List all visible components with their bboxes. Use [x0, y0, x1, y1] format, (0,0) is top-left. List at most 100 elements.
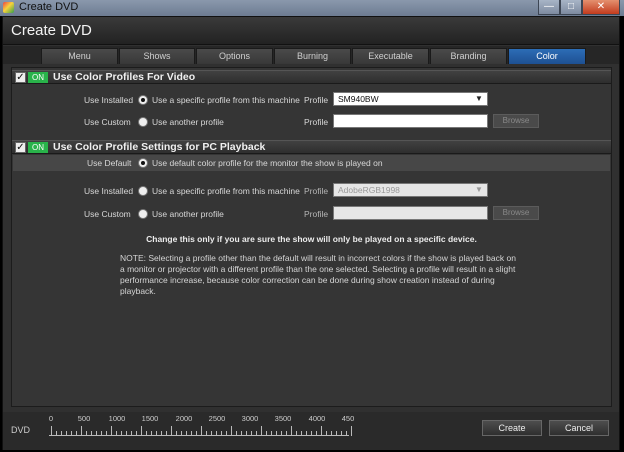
ruler-tick-label: 3500 [274, 414, 292, 423]
ruler-tick [171, 426, 172, 436]
cancel-button[interactable]: Cancel [549, 420, 609, 436]
video-use-custom-radio[interactable] [138, 117, 148, 127]
minimize-button[interactable]: — [538, 0, 560, 15]
ruler-tick [261, 426, 262, 436]
ruler-tick [56, 431, 57, 436]
tab-executable[interactable]: Executable [352, 48, 429, 64]
pc-use-installed-radio[interactable] [138, 186, 148, 196]
pc-use-default-text: Use default color profile for the monito… [152, 158, 383, 168]
tab-shows[interactable]: Shows [119, 48, 195, 64]
ruler-tick [181, 431, 182, 436]
ruler-tick [61, 431, 62, 436]
ruler-tick [66, 431, 67, 436]
ruler-tick [196, 431, 197, 436]
tab-color[interactable]: Color [508, 48, 586, 64]
video-profile-select-value: SM940BW [338, 94, 379, 104]
tab-menu[interactable]: Menu [41, 48, 118, 64]
ruler-tick [316, 431, 317, 436]
pc-profile-select-value: AdobeRGB1998 [338, 185, 400, 195]
ruler-tick-label: 0 [48, 414, 54, 423]
video-use-installed-label: Use Installed [84, 95, 134, 105]
dialog-window: Create DVD Menu Shows Options Burning Ex… [2, 16, 620, 450]
maximize-button[interactable]: □ [560, 0, 582, 15]
app-icon [3, 2, 14, 13]
ruler-tick [71, 431, 72, 436]
ruler-tick [131, 431, 132, 436]
video-profile-select[interactable]: SM940BW ▼ [333, 92, 488, 106]
ruler-tick [166, 431, 167, 436]
pc-custom-profile-label: Profile [304, 209, 329, 219]
ruler-tick [136, 431, 137, 436]
ruler-tick [121, 431, 122, 436]
ruler-tick [161, 431, 162, 436]
ruler-tick [251, 431, 252, 436]
ruler-tick [296, 431, 297, 436]
pc-use-custom-radio[interactable] [138, 209, 148, 219]
pc-profile-checkbox[interactable]: ✓ [15, 142, 26, 153]
footer-bar: DVD 0 500 1000 1500 2000 2500 3000 3500 … [3, 412, 619, 450]
pc-section-header: ✓ ON Use Color Profile Settings for PC P… [12, 140, 611, 154]
pc-section-title: Use Color Profile Settings for PC Playba… [53, 141, 266, 153]
ruler-tick [271, 431, 272, 436]
ruler-tick [211, 431, 212, 436]
tab-burning[interactable]: Burning [274, 48, 351, 64]
ruler-tick [151, 431, 152, 436]
pc-use-custom-text: Use another profile [152, 209, 224, 219]
video-use-installed-text: Use a specific profile from this machine [152, 95, 300, 105]
ruler-tick [351, 426, 352, 436]
ruler-tick [176, 431, 177, 436]
os-window-title: Create DVD [19, 1, 79, 13]
ruler-tick [106, 431, 107, 436]
chevron-down-icon: ▼ [475, 185, 483, 194]
ruler-tick-label: 2500 [208, 414, 226, 423]
ruler-tick [321, 426, 322, 436]
tab-branding[interactable]: Branding [430, 48, 507, 64]
pc-use-installed-label: Use Installed [84, 186, 134, 196]
ruler-tick [226, 431, 227, 436]
ruler-tick [141, 426, 142, 436]
close-button[interactable]: ✕ [582, 0, 620, 15]
pc-use-default-radio[interactable] [138, 158, 148, 168]
video-use-installed-radio[interactable] [138, 95, 148, 105]
ruler-tick [221, 431, 222, 436]
ruler-tick-label: 1500 [141, 414, 159, 423]
ruler-tick [266, 431, 267, 436]
os-title-bar: Create DVD — □ ✕ [0, 0, 624, 16]
ruler-tick [91, 431, 92, 436]
pc-use-default-label: Use Default [87, 158, 132, 168]
ruler-tick-label: 1000 [108, 414, 126, 423]
video-custom-profile-input[interactable] [333, 114, 488, 128]
ruler-tick [76, 431, 77, 436]
pc-profile-select[interactable]: AdobeRGB1998 ▼ [333, 183, 488, 197]
ruler-tick [111, 426, 112, 436]
pc-custom-profile-input[interactable] [333, 206, 488, 220]
video-use-custom-label: Use Custom [84, 117, 131, 127]
ruler-tick [276, 431, 277, 436]
capacity-ruler: 0 500 1000 1500 2000 2500 3000 3500 4000… [48, 414, 354, 444]
ruler-tick [116, 431, 117, 436]
video-profile-label: Profile [304, 95, 329, 105]
ruler-tick [236, 431, 237, 436]
ruler-tick [346, 431, 347, 436]
disc-type-label: DVD [11, 425, 31, 435]
ruler-tick [291, 426, 292, 436]
create-button[interactable]: Create [482, 420, 542, 436]
ruler-baseline [49, 435, 349, 436]
ruler-tick [241, 431, 242, 436]
video-browse-button[interactable]: Browse [493, 114, 539, 128]
ruler-tick [191, 431, 192, 436]
ruler-tick [326, 431, 327, 436]
ruler-tick-label: 2000 [175, 414, 193, 423]
pc-on-badge: ON [28, 142, 48, 153]
pc-use-installed-text: Use a specific profile from this machine [152, 186, 300, 196]
ruler-tick [126, 431, 127, 436]
tab-options[interactable]: Options [196, 48, 273, 64]
video-profile-checkbox[interactable]: ✓ [15, 72, 26, 83]
pc-browse-button[interactable]: Browse [493, 206, 539, 220]
ruler-tick-label: 450 [341, 414, 355, 423]
ruler-tick [281, 431, 282, 436]
ruler-tick [256, 431, 257, 436]
ruler-tick [96, 431, 97, 436]
ruler-tick-label: 3000 [241, 414, 259, 423]
tab-bar: Menu Shows Options Burning Executable Br… [3, 46, 619, 64]
